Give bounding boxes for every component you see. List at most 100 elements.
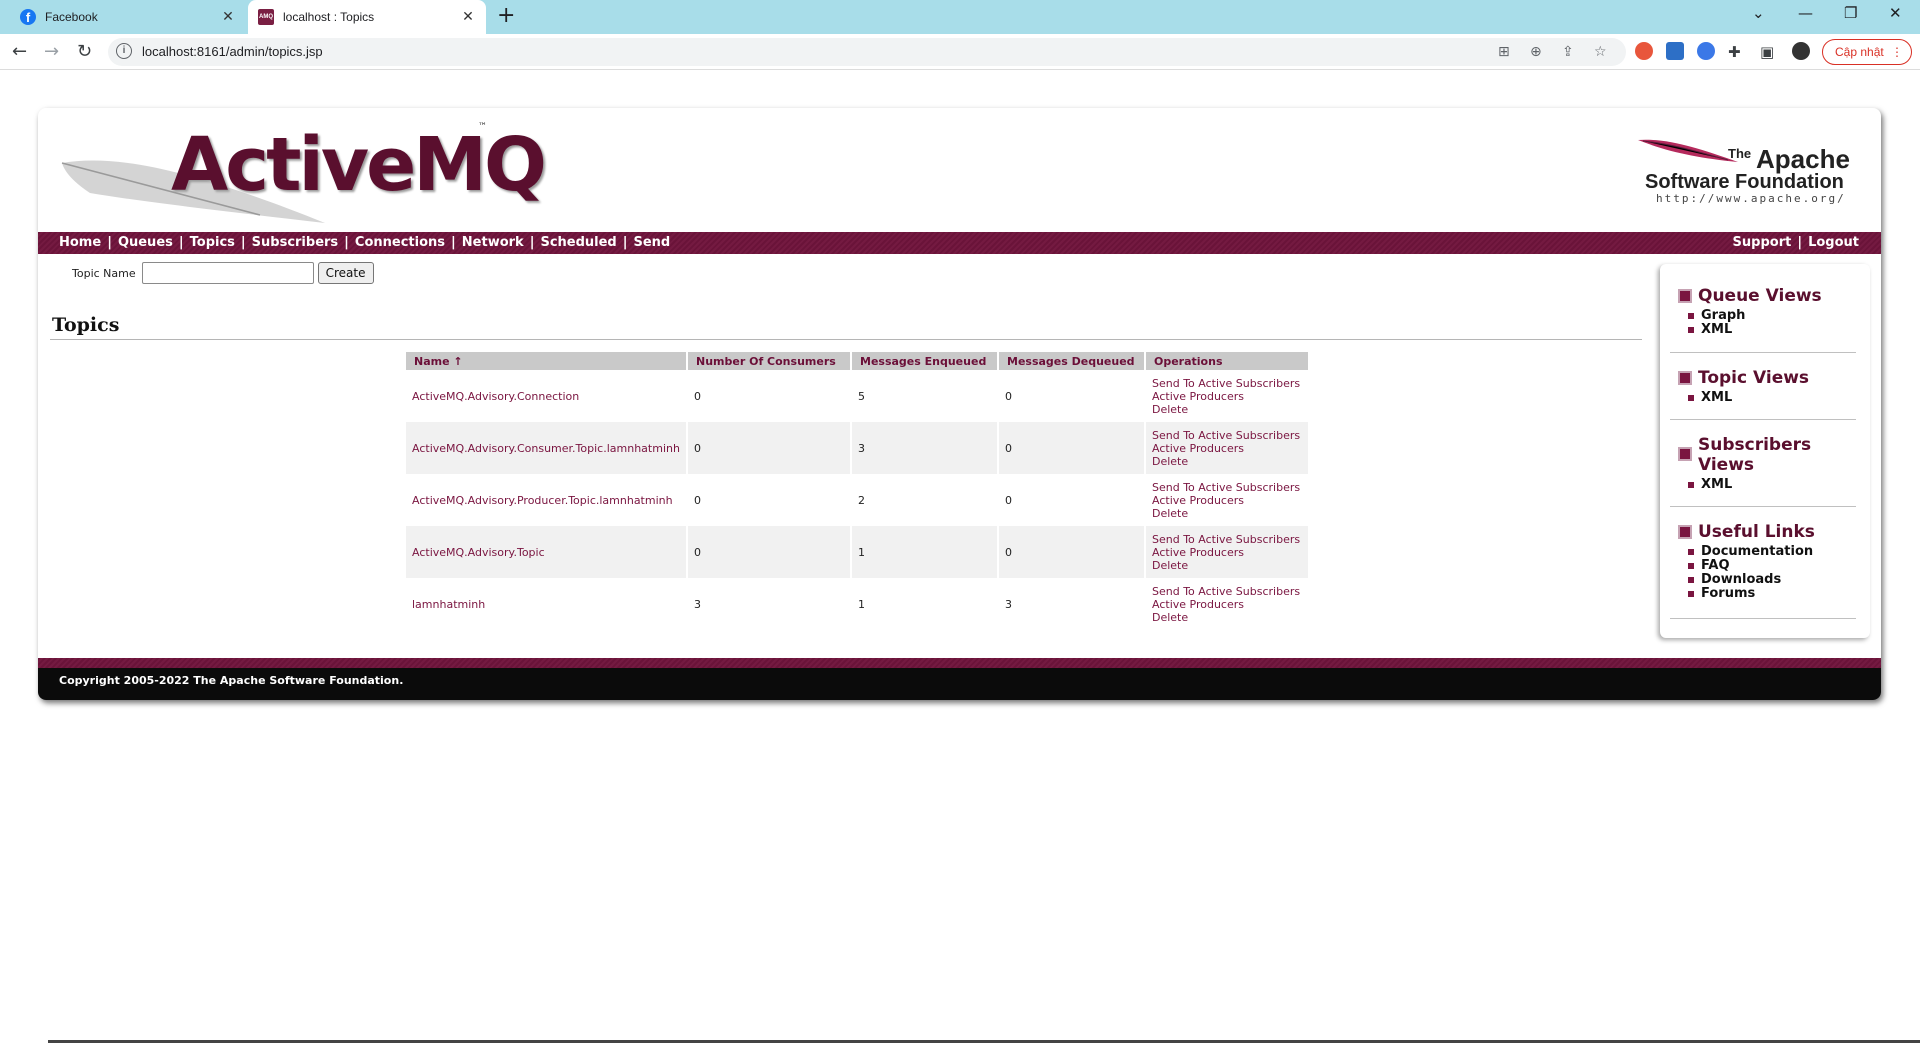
delete-link[interactable]: Delete bbox=[1152, 507, 1304, 520]
active-producers-link[interactable]: Active Producers bbox=[1152, 494, 1304, 507]
delete-link[interactable]: Delete bbox=[1152, 455, 1304, 468]
translate-icon[interactable]: ⊞ bbox=[1498, 44, 1510, 60]
topic-name-label: Topic Name bbox=[72, 266, 136, 280]
dequeued-cell: 0 bbox=[999, 422, 1144, 474]
topic-link[interactable]: ActiveMQ.Advisory.Consumer.Topic.lamnhat… bbox=[412, 442, 680, 455]
active-producers-link[interactable]: Active Producers bbox=[1152, 546, 1304, 559]
topic-name-input[interactable] bbox=[141, 262, 314, 284]
nav-logout[interactable]: Logout bbox=[1808, 235, 1859, 250]
topic-views-section: Topic Views XML bbox=[1678, 368, 1858, 405]
delete-link[interactable]: Delete bbox=[1152, 559, 1304, 572]
trademark: ™ bbox=[478, 122, 487, 132]
nav-connections[interactable]: Connections bbox=[355, 235, 445, 250]
section-title: Topic Views bbox=[1698, 368, 1810, 388]
close-icon[interactable]: ✕ bbox=[218, 9, 238, 25]
column-header-dequeued[interactable]: Messages Dequeued bbox=[999, 352, 1144, 370]
subscribers-views-section: Subscribers Views XML bbox=[1678, 435, 1858, 492]
footer-band bbox=[38, 658, 1881, 668]
activemq-logo[interactable]: ActiveMQ bbox=[171, 122, 547, 208]
sidebar-item-forums[interactable]: Forums bbox=[1688, 587, 1858, 601]
forward-icon[interactable]: → bbox=[44, 41, 59, 62]
divider bbox=[50, 339, 1642, 340]
bookmark-star-icon[interactable]: ☆ bbox=[1594, 44, 1607, 60]
restore-icon[interactable]: ❐ bbox=[1844, 4, 1857, 22]
extension-icon[interactable] bbox=[1697, 42, 1715, 60]
send-to-subscribers-link[interactable]: Send To Active Subscribers bbox=[1152, 585, 1304, 598]
activemq-icon: AMQ bbox=[258, 9, 274, 25]
share-icon[interactable]: ⇪ bbox=[1562, 44, 1574, 60]
enqueued-cell: 2 bbox=[858, 493, 865, 507]
delete-link[interactable]: Delete bbox=[1152, 403, 1304, 416]
topic-link[interactable]: lamnhatminh bbox=[412, 598, 485, 611]
info-icon[interactable]: i bbox=[116, 43, 132, 59]
nav-support[interactable]: Support bbox=[1733, 235, 1792, 250]
consumers-cell: 0 bbox=[688, 422, 850, 474]
send-to-subscribers-link[interactable]: Send To Active Subscribers bbox=[1152, 429, 1304, 442]
nav-queues[interactable]: Queues bbox=[118, 235, 173, 250]
extension-icon[interactable] bbox=[1666, 42, 1684, 60]
new-tab-icon[interactable]: + bbox=[497, 3, 515, 28]
back-icon[interactable]: ← bbox=[12, 41, 27, 62]
facebook-icon: f bbox=[20, 9, 36, 25]
delete-link[interactable]: Delete bbox=[1152, 611, 1304, 624]
page-frame: ActiveMQ ™ The Apache Software Foundatio… bbox=[38, 108, 1881, 700]
table-row: ActiveMQ.Advisory.Connection 0 5 0 Send … bbox=[406, 370, 1308, 422]
sidebar-item-xml[interactable]: XML bbox=[1688, 391, 1858, 405]
send-to-subscribers-link[interactable]: Send To Active Subscribers bbox=[1152, 481, 1304, 494]
active-producers-link[interactable]: Active Producers bbox=[1152, 390, 1304, 403]
extension-icon[interactable] bbox=[1635, 42, 1653, 60]
main-nav: Home | Queues | Topics | Subscribers | Connectio… bbox=[38, 232, 1881, 254]
update-button[interactable]: Cập nhật ⋮ bbox=[1822, 39, 1912, 65]
topic-link[interactable]: ActiveMQ.Advisory.Producer.Topic.lamnhat… bbox=[412, 494, 673, 507]
sidebar-item-xml[interactable]: XML bbox=[1688, 478, 1858, 492]
sidebar: Queue Views Graph XML Topic Views XML Su… bbox=[1660, 264, 1870, 638]
extensions-puzzle-icon[interactable]: ✚ bbox=[1728, 43, 1741, 61]
side-panel-icon[interactable]: ▣ bbox=[1760, 43, 1774, 61]
queue-views-section: Queue Views Graph XML bbox=[1678, 286, 1858, 337]
section-title: Useful Links bbox=[1698, 522, 1815, 542]
tab-topics[interactable]: AMQ localhost : Topics ✕ bbox=[248, 0, 486, 34]
active-producers-link[interactable]: Active Producers bbox=[1152, 442, 1304, 455]
send-to-subscribers-link[interactable]: Send To Active Subscribers bbox=[1152, 377, 1304, 390]
url-text[interactable]: localhost:8161/admin/topics.jsp bbox=[142, 44, 323, 59]
zoom-icon[interactable]: ⊕ bbox=[1530, 44, 1542, 60]
dequeued-cell: 0 bbox=[1005, 493, 1012, 507]
topic-link[interactable]: ActiveMQ.Advisory.Topic bbox=[412, 546, 545, 559]
nav-scheduled[interactable]: Scheduled bbox=[540, 235, 616, 250]
nav-network[interactable]: Network bbox=[462, 235, 524, 250]
minimize-icon[interactable]: — bbox=[1798, 4, 1813, 22]
apache-software-foundation: Software Foundation bbox=[1645, 171, 1844, 193]
sidebar-item-faq[interactable]: FAQ bbox=[1688, 559, 1858, 573]
bullet-square-icon bbox=[1678, 371, 1692, 385]
nav-topics[interactable]: Topics bbox=[190, 235, 235, 250]
nav-subscribers[interactable]: Subscribers bbox=[252, 235, 339, 250]
divider bbox=[1670, 506, 1856, 507]
column-header-consumers[interactable]: Number Of Consumers bbox=[688, 352, 850, 370]
apache-url[interactable]: http://www.apache.org/ bbox=[1656, 192, 1846, 205]
tab-title: localhost : Topics bbox=[283, 10, 375, 24]
active-producers-link[interactable]: Active Producers bbox=[1152, 598, 1304, 611]
column-header-enqueued[interactable]: Messages Enqueued bbox=[852, 352, 997, 370]
address-bar[interactable]: i localhost:8161/admin/topics.jsp ⊞ ⊕ ⇪ … bbox=[108, 38, 1626, 66]
tab-facebook[interactable]: f Facebook ✕ bbox=[10, 0, 246, 34]
nav-home[interactable]: Home bbox=[59, 235, 101, 250]
copyright: Copyright 2005-2022 The Apache Software … bbox=[59, 674, 404, 687]
avatar[interactable] bbox=[1792, 42, 1810, 60]
nav-send[interactable]: Send bbox=[633, 235, 670, 250]
sidebar-item-downloads[interactable]: Downloads bbox=[1688, 573, 1858, 587]
column-header-name[interactable]: Name ↑ bbox=[406, 352, 686, 370]
column-header-operations: Operations bbox=[1146, 352, 1308, 370]
apache-the: The bbox=[1728, 146, 1752, 161]
sidebar-item-documentation[interactable]: Documentation bbox=[1688, 545, 1858, 559]
create-button[interactable]: Create bbox=[317, 262, 374, 284]
tab-search-icon[interactable]: ⌄ bbox=[1752, 4, 1765, 22]
sidebar-item-xml[interactable]: XML bbox=[1688, 323, 1858, 337]
send-to-subscribers-link[interactable]: Send To Active Subscribers bbox=[1152, 533, 1304, 546]
close-icon[interactable]: ✕ bbox=[458, 9, 478, 25]
topic-link[interactable]: ActiveMQ.Advisory.Connection bbox=[412, 390, 579, 403]
reload-icon[interactable]: ↻ bbox=[77, 41, 92, 62]
dequeued-cell: 3 bbox=[1005, 597, 1012, 611]
create-topic-form: Topic Name Create bbox=[72, 262, 374, 284]
window-close-icon[interactable]: ✕ bbox=[1889, 4, 1902, 22]
sidebar-item-graph[interactable]: Graph bbox=[1688, 309, 1858, 323]
